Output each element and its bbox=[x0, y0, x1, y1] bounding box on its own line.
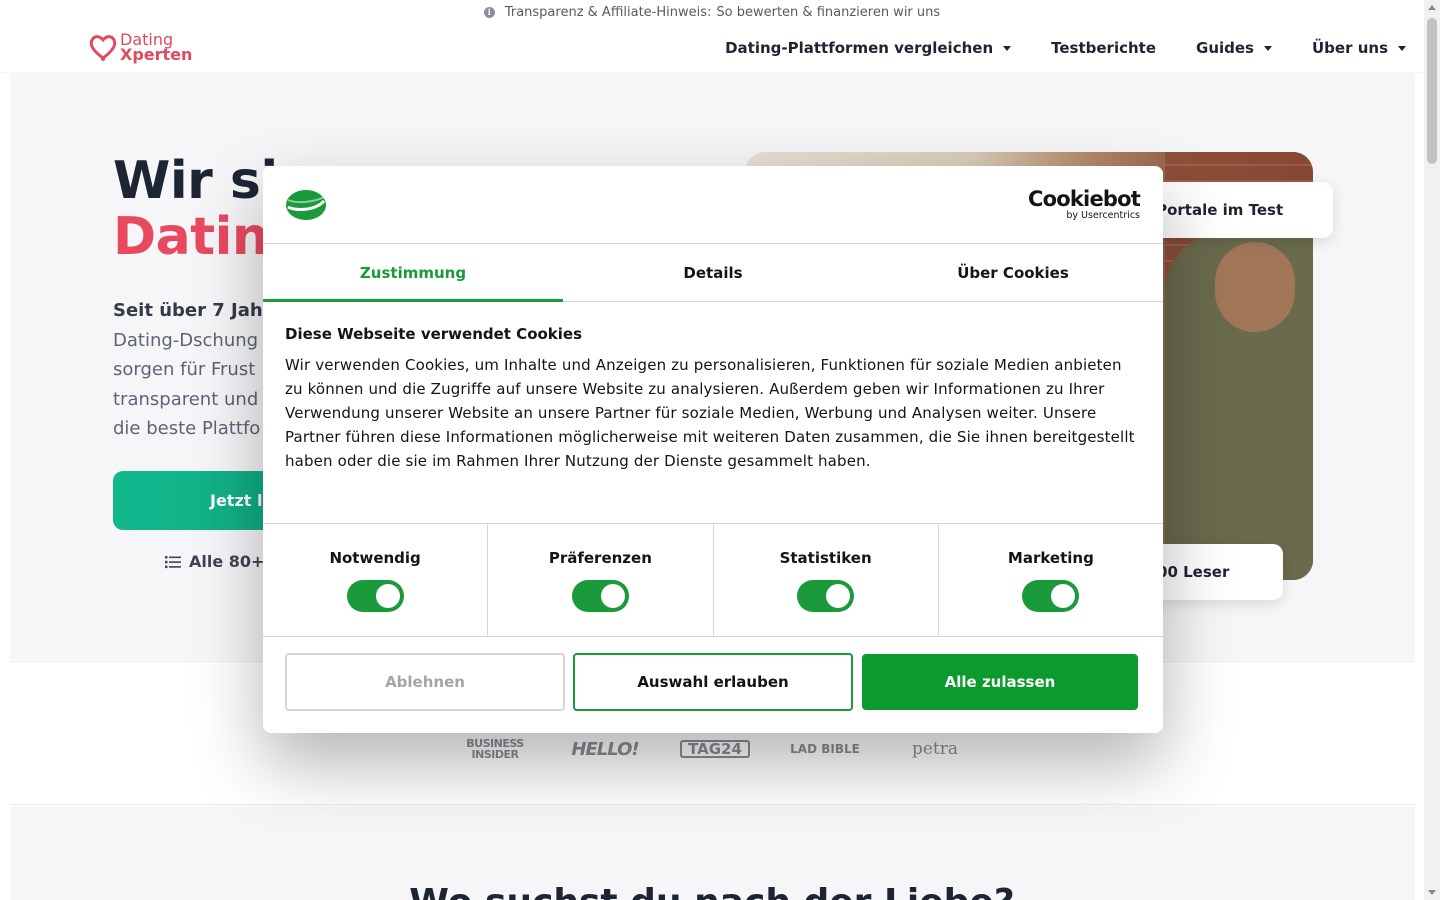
toggle-label: Marketing bbox=[1007, 549, 1094, 567]
consent-check-icon bbox=[286, 190, 326, 220]
list-icon bbox=[165, 555, 181, 568]
toggle-praeferenzen: Präferenzen bbox=[488, 524, 714, 636]
toggle-notwendig: Notwendig bbox=[263, 524, 489, 636]
cookie-body: Diese Webseite verwendet Cookies Wir ver… bbox=[263, 302, 1163, 524]
decline-button[interactable]: Ablehnen bbox=[285, 653, 565, 711]
allow-all-button[interactable]: Alle zulassen bbox=[862, 654, 1138, 710]
site-logo[interactable]: Dating Xperten bbox=[88, 32, 193, 64]
cookie-tabs: Zustimmung Details Über Cookies bbox=[263, 244, 1163, 302]
hero-title-line-2: Datin bbox=[113, 207, 269, 267]
toggle-knob bbox=[600, 584, 625, 608]
nav-item-label: Guides bbox=[1196, 39, 1254, 57]
logo-line-2: Xperten bbox=[120, 45, 193, 64]
toggle-label: Statistiken bbox=[779, 549, 872, 567]
nav-item-testberichte[interactable]: Testberichte bbox=[1051, 39, 1156, 57]
info-icon: i bbox=[483, 6, 495, 18]
page-scrollbar[interactable] bbox=[1424, 0, 1440, 900]
nav-item-plattformen[interactable]: Dating-Plattformen vergleichen bbox=[725, 39, 1012, 57]
press-logo-business-insider: BUSINESS INSIDER bbox=[466, 737, 524, 761]
affiliate-notice: i Transparenz & Affiliate-Hinweis: So be… bbox=[0, 0, 1424, 24]
press-logo-ladbible: LAD BIBLE bbox=[790, 741, 860, 756]
cookie-heading: Diese Webseite verwendet Cookies bbox=[285, 325, 583, 343]
toggle-knob bbox=[375, 584, 400, 608]
cookie-dialog-header: Cookiebot by Usercentrics bbox=[263, 166, 1163, 244]
allow-selection-button[interactable]: Auswahl erlauben bbox=[573, 653, 853, 711]
tab-zustimmung[interactable]: Zustimmung bbox=[263, 244, 563, 302]
affiliate-notice-label: Transparenz & Affiliate-Hinweis: bbox=[504, 4, 712, 20]
press-logo-petra: petra bbox=[911, 739, 959, 759]
cookie-text: Wir verwenden Cookies, um Inhalte und An… bbox=[285, 356, 1135, 470]
main-nav: Dating-Plattformen vergleichen Testberic… bbox=[685, 24, 1406, 72]
cookiebot-brand-sub: by Usercentrics bbox=[1066, 210, 1140, 221]
cookiebot-logo[interactable]: Cookiebot by Usercentrics bbox=[1028, 187, 1141, 221]
toggle-label: Notwendig bbox=[329, 549, 421, 567]
caret-down-icon bbox=[1398, 45, 1406, 51]
hero-title: Wir si Datin bbox=[113, 153, 278, 265]
site-header: Dating Xperten Dating-Plattformen vergle… bbox=[0, 24, 1424, 72]
cookie-category-toggles: Notwendig Präferenzen Statistiken Market… bbox=[263, 524, 1163, 637]
caret-down-icon bbox=[1264, 45, 1272, 51]
tab-ueber-cookies[interactable]: Über Cookies bbox=[863, 244, 1163, 301]
person-head bbox=[1215, 242, 1295, 332]
toggle-switch-notwendig[interactable] bbox=[346, 580, 404, 612]
heart-logo-icon bbox=[89, 35, 117, 61]
tab-details[interactable]: Details bbox=[563, 244, 863, 301]
press-logos: BUSINESS INSIDER HELLO! TAG24 LAD BIBLE … bbox=[460, 738, 1010, 760]
nav-item-label: Über uns bbox=[1312, 39, 1388, 57]
toggle-switch-statistiken[interactable] bbox=[797, 580, 855, 612]
cookiebot-brand: Cookiebot bbox=[1028, 187, 1141, 211]
toggle-marketing: Marketing bbox=[939, 524, 1163, 636]
scroll-up-arrow-icon[interactable] bbox=[1428, 5, 1436, 10]
toggle-switch-praeferenzen[interactable] bbox=[571, 580, 629, 612]
press-logo-hello: HELLO! bbox=[571, 738, 639, 760]
hero-title-line-1: Wir si bbox=[113, 151, 278, 211]
toggle-knob bbox=[826, 584, 851, 608]
toggle-label: Präferenzen bbox=[548, 549, 652, 567]
toggle-knob bbox=[1051, 584, 1076, 608]
nav-item-label: Dating-Plattformen vergleichen bbox=[725, 39, 994, 57]
toggle-statistiken: Statistiken bbox=[714, 524, 939, 636]
toggle-switch-marketing[interactable] bbox=[1022, 580, 1080, 612]
cookie-buttons: Ablehnen Auswahl erlauben Alle zulassen bbox=[263, 637, 1163, 711]
press-logo-tag24: TAG24 bbox=[680, 740, 750, 758]
nav-item-ueber-uns[interactable]: Über uns bbox=[1312, 39, 1406, 57]
cookie-consent-dialog: Cookiebot by Usercentrics Zustimmung Det… bbox=[263, 166, 1163, 733]
search-section-title: Wo suchst du nach der Liebe? bbox=[0, 882, 1424, 900]
affiliate-notice-link[interactable]: So bewerten & finanzieren wir uns bbox=[716, 5, 940, 20]
nav-item-guides[interactable]: Guides bbox=[1196, 39, 1272, 57]
caret-down-icon bbox=[1003, 45, 1012, 51]
scroll-down-arrow-icon[interactable] bbox=[1428, 890, 1436, 895]
logo-text: Dating Xperten bbox=[120, 32, 193, 64]
nav-item-label: Testberichte bbox=[1051, 39, 1157, 57]
scroll-thumb[interactable] bbox=[1427, 18, 1437, 164]
